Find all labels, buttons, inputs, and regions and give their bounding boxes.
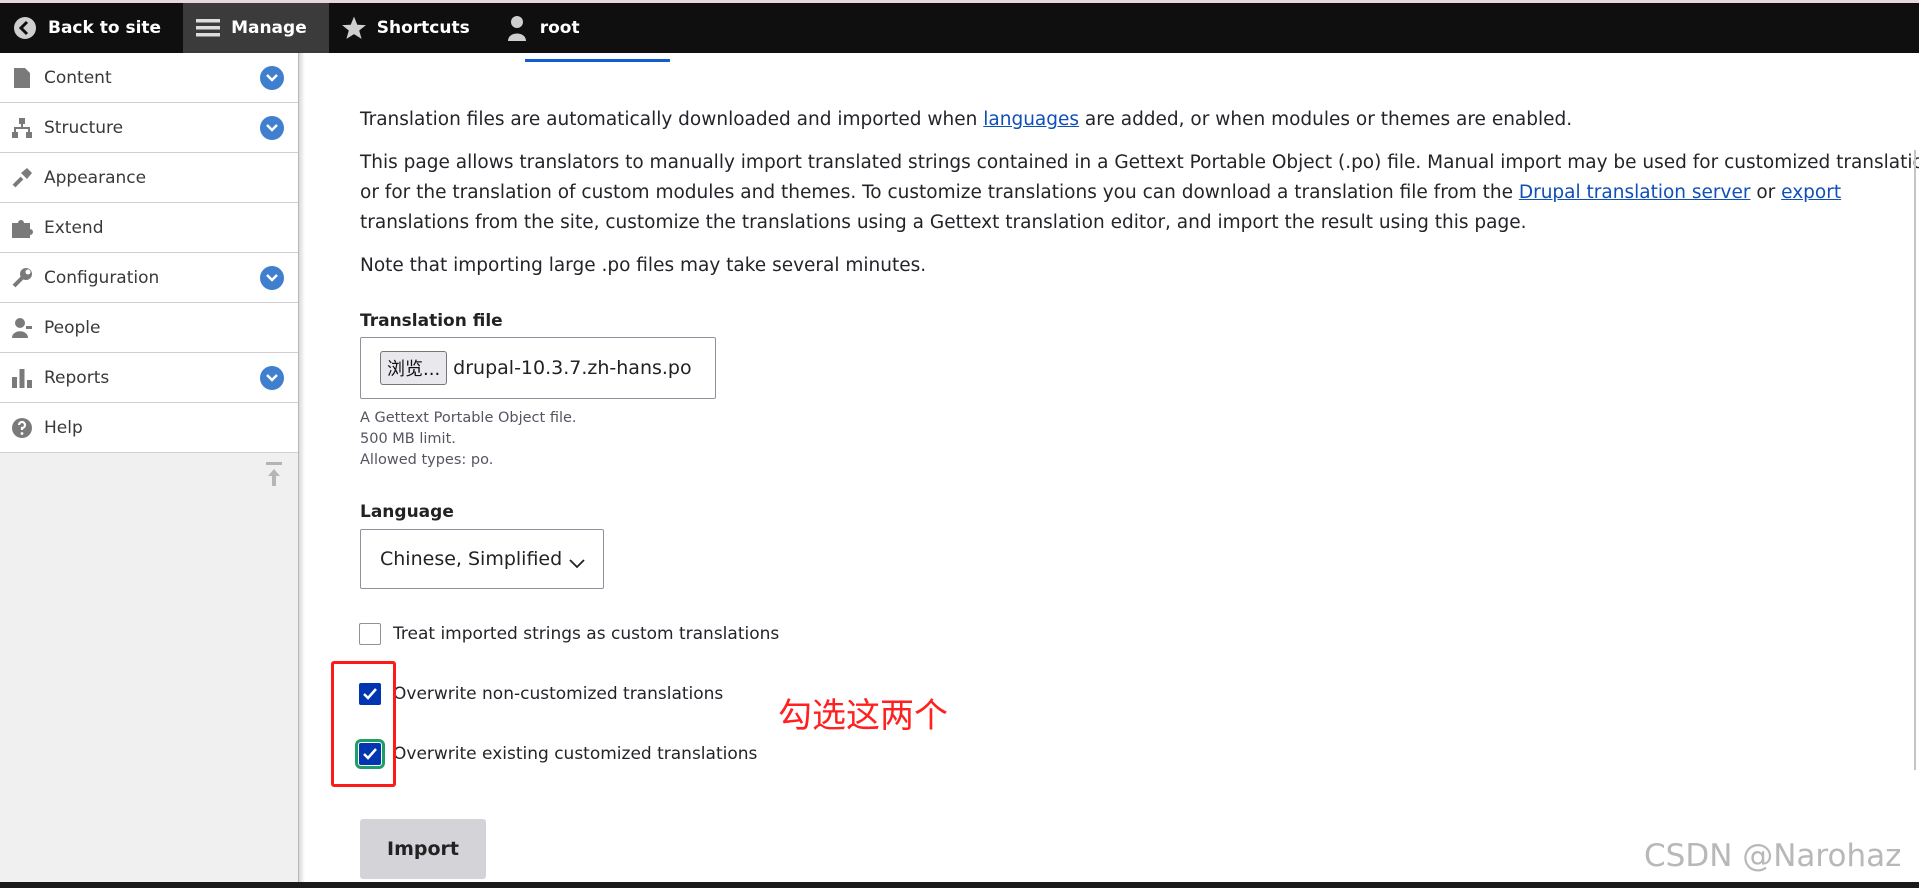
- sidebar-item-content[interactable]: Content: [0, 53, 298, 103]
- sidebar-shadow: [299, 53, 305, 888]
- sidebar-item-people[interactable]: People: [0, 303, 298, 353]
- user-label: root: [539, 18, 580, 38]
- sidebar-item-label: Reports: [44, 367, 110, 388]
- wrench-icon: [10, 266, 34, 290]
- translation-file-label: Translation file: [360, 311, 503, 331]
- back-to-site-label: Back to site: [48, 18, 162, 38]
- user-button[interactable]: root: [492, 3, 602, 53]
- language-selected-value: Chinese, Simplified: [380, 548, 563, 570]
- chevron-down-icon[interactable]: [260, 366, 284, 390]
- custom-translations-label: Treat imported strings as custom transla…: [393, 624, 780, 644]
- sidebar-item-label: Configuration: [44, 267, 160, 288]
- shortcuts-button[interactable]: Shortcuts: [329, 3, 492, 53]
- selected-file-name: drupal-10.3.7.zh-hans.po: [453, 357, 692, 379]
- intro-paragraph-1: Translation files are automatically down…: [360, 109, 1573, 130]
- collapse-sidebar-icon[interactable]: [264, 460, 284, 490]
- intro-text: Translation files are automatically down…: [360, 105, 1880, 135]
- sitemap-icon: [10, 116, 34, 140]
- languages-link[interactable]: languages: [983, 109, 1079, 130]
- sidebar-item-label: Appearance: [44, 167, 147, 188]
- scrollbar[interactable]: [1914, 150, 1916, 770]
- star-icon: [341, 15, 367, 41]
- sidebar-item-reports[interactable]: Reports: [0, 353, 298, 403]
- translation-file-input[interactable]: 浏览... drupal-10.3.7.zh-hans.po: [360, 337, 716, 399]
- sidebar-item-extend[interactable]: Extend: [0, 203, 298, 253]
- chevron-down-icon[interactable]: [260, 66, 284, 90]
- annotation-highlight-box: [331, 661, 396, 787]
- puzzle-icon: [10, 216, 34, 240]
- annotation-text: 勾选这两个: [778, 696, 948, 736]
- back-arrow-icon: [12, 15, 38, 41]
- overwrite-customized-label: Overwrite existing customized translatio…: [393, 744, 758, 764]
- chevron-down-icon[interactable]: [260, 266, 284, 290]
- chevron-down-icon[interactable]: [260, 116, 284, 140]
- sidebar-item-label: Content: [44, 67, 112, 88]
- chevron-down-icon: [569, 552, 585, 574]
- sidebar-item-label: Help: [44, 417, 83, 438]
- shortcuts-label: Shortcuts: [376, 18, 470, 38]
- sidebar-item-appearance[interactable]: Appearance: [0, 153, 298, 203]
- language-select[interactable]: Chinese, Simplified: [360, 529, 604, 589]
- drupal-translation-server-link[interactable]: Drupal translation server: [1519, 182, 1751, 203]
- sidebar-item-help[interactable]: Help: [0, 403, 298, 453]
- help-icon: [10, 416, 34, 440]
- sidebar-item-structure[interactable]: Structure: [0, 103, 298, 153]
- custom-translations-option[interactable]: Treat imported strings as custom transla…: [359, 623, 779, 645]
- admin-toolbar: Back to site Manage Shortcuts root: [0, 0, 1919, 53]
- intro-paragraph-2: This page allows translators to manually…: [360, 152, 1919, 233]
- user-icon: [504, 15, 530, 41]
- overwrite-customized-option[interactable]: Overwrite existing customized translatio…: [355, 739, 758, 769]
- custom-translations-checkbox[interactable]: [359, 623, 381, 645]
- bottom-edge: [0, 882, 1919, 888]
- sidebar-item-label: Structure: [44, 117, 124, 138]
- overwrite-noncustomized-label: Overwrite non-customized translations: [393, 684, 724, 704]
- watermark: CSDN @Narohaz: [1644, 838, 1902, 874]
- bar-chart-icon: [10, 366, 34, 390]
- import-button[interactable]: Import: [360, 819, 486, 879]
- file-description: A Gettext Portable Object file. 500 MB l…: [360, 410, 577, 468]
- intro-paragraph-3: Note that importing large .po files may …: [360, 255, 927, 276]
- sidebar-item-label: Extend: [44, 217, 104, 238]
- export-link[interactable]: export: [1781, 182, 1841, 203]
- back-to-site-button[interactable]: Back to site: [0, 3, 183, 53]
- admin-sidebar: Content Structure Appearance Extend Conf…: [0, 53, 299, 888]
- language-label: Language: [360, 502, 454, 522]
- manage-label: Manage: [231, 18, 307, 38]
- manage-button[interactable]: Manage: [183, 3, 329, 53]
- sidebar-item-label: People: [44, 317, 101, 338]
- overwrite-noncustomized-option[interactable]: Overwrite non-customized translations: [359, 683, 723, 705]
- file-icon: [10, 66, 34, 90]
- browse-button[interactable]: 浏览...: [380, 351, 448, 385]
- sidebar-item-configuration[interactable]: Configuration: [0, 253, 298, 303]
- paintbrush-icon: [10, 166, 34, 190]
- hamburger-icon: [195, 15, 221, 41]
- people-icon: [10, 316, 34, 340]
- active-tab-indicator: [525, 59, 670, 62]
